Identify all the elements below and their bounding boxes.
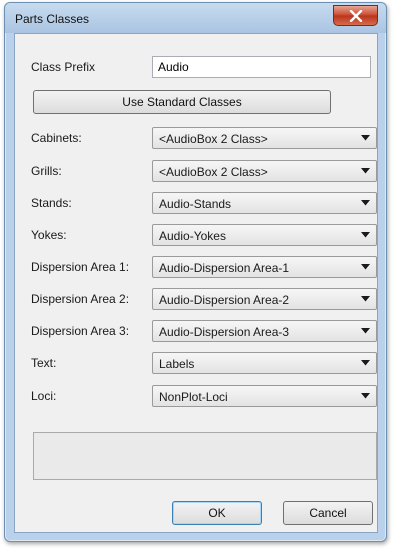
row-label: Cabinets: xyxy=(31,131,82,145)
row-label: Grills: xyxy=(31,164,62,178)
class-select-value: <AudioBox 2 Class> xyxy=(159,165,268,179)
class-select-value: <AudioBox 2 Class> xyxy=(159,132,268,146)
row-label: Text: xyxy=(31,356,57,370)
chevron-down-icon xyxy=(360,358,370,368)
chevron-down-icon xyxy=(360,262,370,272)
class-select[interactable]: Labels xyxy=(152,352,377,374)
class-select-value: Audio-Dispersion Area-1 xyxy=(159,261,290,275)
chevron-down-icon xyxy=(360,166,370,176)
class-select[interactable]: NonPlot-Loci xyxy=(152,385,377,407)
use-standard-classes-button[interactable]: Use Standard Classes xyxy=(33,90,331,114)
class-select-value: NonPlot-Loci xyxy=(159,390,228,404)
chevron-down-icon xyxy=(360,391,370,401)
class-select[interactable]: Audio-Dispersion Area-1 xyxy=(152,256,377,278)
class-select[interactable]: <AudioBox 2 Class> xyxy=(152,160,377,182)
dialog-body: Class Prefix Use Standard Classes Cabine… xyxy=(14,33,378,533)
class-select-value: Audio-Dispersion Area-2 xyxy=(159,293,290,307)
row-label: Dispersion Area 3: xyxy=(31,324,130,338)
class-select[interactable]: Audio-Dispersion Area-3 xyxy=(152,320,377,342)
class-select-value: Labels xyxy=(159,357,195,371)
row-label: Yokes: xyxy=(31,228,67,242)
row-label: Dispersion Area 1: xyxy=(31,260,130,274)
class-select[interactable]: Audio-Yokes xyxy=(152,224,377,246)
close-icon xyxy=(349,9,362,22)
chevron-down-icon xyxy=(360,133,370,143)
window-title: Parts Classes xyxy=(15,12,90,26)
class-select-value: Audio-Dispersion Area-3 xyxy=(159,325,290,339)
close-button[interactable] xyxy=(333,5,378,26)
title-bar[interactable]: Parts Classes xyxy=(5,3,386,33)
class-prefix-input[interactable] xyxy=(152,56,371,78)
chevron-down-icon xyxy=(360,294,370,304)
row-label: Loci: xyxy=(31,389,57,403)
cancel-button[interactable]: Cancel xyxy=(283,501,373,525)
chevron-down-icon xyxy=(360,198,370,208)
class-select[interactable]: Audio-Dispersion Area-2 xyxy=(152,288,377,310)
class-select-value: Audio-Stands xyxy=(159,197,232,211)
chevron-down-icon xyxy=(360,230,370,240)
status-panel xyxy=(33,432,377,480)
class-select[interactable]: Audio-Stands xyxy=(152,192,377,214)
ok-button[interactable]: OK xyxy=(172,501,262,525)
chevron-down-icon xyxy=(360,326,370,336)
class-select-value: Audio-Yokes xyxy=(159,229,226,243)
class-prefix-label: Class Prefix xyxy=(31,60,96,74)
class-select[interactable]: <AudioBox 2 Class> xyxy=(152,127,377,149)
parts-classes-dialog: Parts Classes Class Prefix Use Standard … xyxy=(4,2,387,542)
row-label: Stands: xyxy=(31,196,72,210)
row-label: Dispersion Area 2: xyxy=(31,292,130,306)
